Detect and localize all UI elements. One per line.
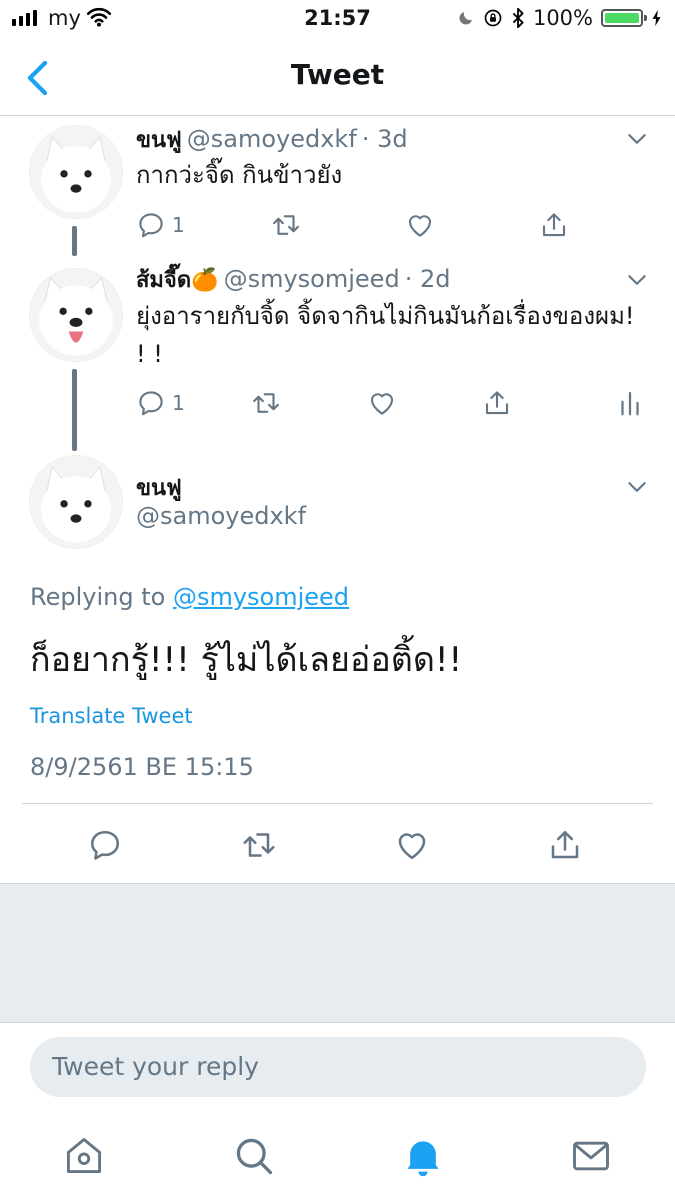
reply-icon	[136, 210, 166, 240]
tweet-timestamp: 8/9/2561 BE 15:15	[30, 753, 254, 781]
page-title: Tweet	[290, 58, 385, 91]
thread-line	[72, 369, 77, 451]
user-handle[interactable]: @samoyedxkf	[187, 125, 357, 153]
notifications-bell-icon[interactable]	[401, 1134, 445, 1178]
tab-bar	[0, 1120, 675, 1200]
messages-envelope-icon[interactable]	[569, 1134, 613, 1178]
replying-to-handle[interactable]: @smysomjeed	[173, 583, 349, 611]
empty-replies-area	[0, 883, 675, 1023]
chevron-down-icon[interactable]	[624, 126, 650, 152]
moon-icon	[459, 12, 472, 25]
reply-count: 1	[172, 391, 185, 415]
analytics-icon[interactable]	[615, 388, 645, 418]
reply-count: 1	[172, 213, 185, 237]
chevron-down-icon[interactable]	[624, 474, 650, 500]
like-icon[interactable]	[394, 827, 430, 863]
user-handle[interactable]: @samoyedxkf	[136, 502, 306, 530]
divider	[22, 803, 653, 804]
tweet-age: · 2d	[404, 265, 451, 293]
battery-icon	[601, 9, 647, 27]
charging-bolt-icon	[652, 9, 661, 27]
battery-percent: 100%	[532, 6, 593, 30]
rotation-lock-icon	[484, 9, 502, 27]
reply-button[interactable]: 1	[136, 210, 185, 240]
chevron-down-icon[interactable]	[624, 267, 650, 293]
tweet-header: ขนฟู @samoyedxkf · 3d	[136, 122, 408, 157]
tweet-text: กากว่ะจิ๊ด กินข้าวยัง	[136, 161, 343, 189]
retweet-icon[interactable]	[271, 210, 301, 240]
user-handle[interactable]: @smysomjeed	[224, 265, 400, 293]
retweet-icon[interactable]	[241, 827, 277, 863]
share-icon[interactable]	[539, 210, 569, 240]
share-icon[interactable]	[482, 388, 512, 418]
bluetooth-icon	[512, 7, 524, 29]
tweet-text: ยุ่งอารายกับจิ้ด จิ้ดจากินไม่กินมันก้อเร…	[136, 302, 635, 368]
translate-tweet-link[interactable]: Translate Tweet	[30, 704, 193, 728]
tweet-header: ส้มจี๊ด🍊 @smysomjeed · 2d	[136, 262, 451, 297]
replying-to-label: Replying to	[30, 583, 166, 611]
nav-bar: Tweet	[0, 40, 675, 116]
main-tweet-text: ก็อยากรู้!!! รู้ไม่ได้เลยอ่อติ้ด!!	[30, 640, 463, 680]
display-name[interactable]: ส้มจี๊ด🍊	[136, 268, 219, 293]
avatar[interactable]	[29, 268, 123, 362]
home-icon[interactable]	[62, 1134, 106, 1178]
tweet-age: · 3d	[361, 125, 408, 153]
like-icon[interactable]	[367, 388, 397, 418]
avatar[interactable]	[29, 455, 123, 549]
search-icon[interactable]	[232, 1134, 276, 1178]
like-icon[interactable]	[405, 210, 435, 240]
status-bar: my 21:57 100%	[0, 0, 675, 40]
display-name[interactable]: ขนฟู	[136, 128, 182, 153]
display-name[interactable]: ขนฟู	[136, 470, 182, 505]
replying-to: Replying to @smysomjeed	[30, 583, 349, 611]
share-icon[interactable]	[547, 827, 583, 863]
reply-button[interactable]: 1	[136, 388, 185, 418]
reply-input[interactable]: Tweet your reply	[30, 1037, 646, 1097]
reply-icon[interactable]	[87, 827, 123, 863]
retweet-icon[interactable]	[251, 388, 281, 418]
avatar[interactable]	[29, 125, 123, 219]
reply-icon	[136, 388, 166, 418]
thread-line	[72, 226, 77, 256]
